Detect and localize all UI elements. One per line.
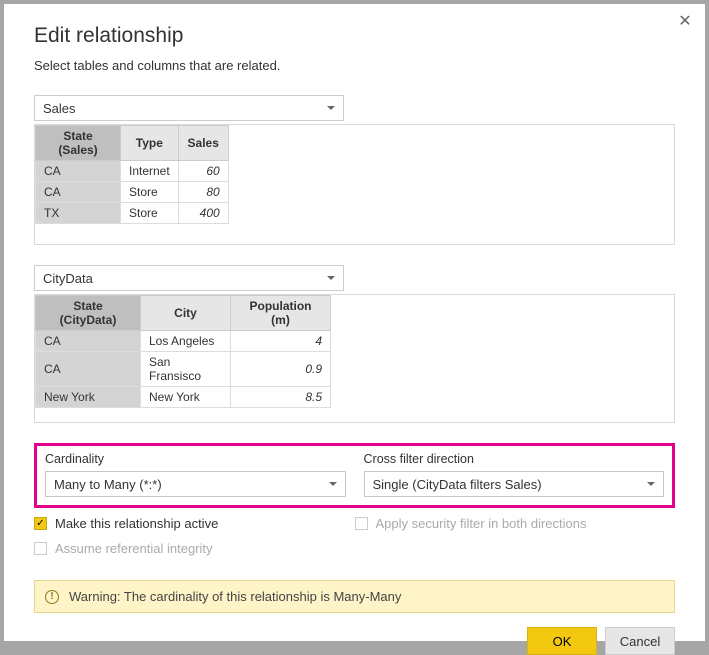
warning-icon: !: [45, 590, 59, 604]
ok-button[interactable]: OK: [527, 627, 597, 655]
table1-name: Sales: [43, 101, 76, 116]
edit-relationship-dialog: ✕ Edit relationship Select tables and co…: [4, 4, 705, 641]
cell[interactable]: Store: [121, 203, 179, 224]
col-header[interactable]: State (CityData): [36, 296, 141, 331]
table-row: CA San Fransisco 0.9: [36, 352, 331, 387]
cell[interactable]: TX: [36, 203, 121, 224]
active-checkbox[interactable]: ✓: [34, 517, 47, 530]
cell[interactable]: New York: [36, 387, 141, 408]
table1-grid[interactable]: State (Sales) Type Sales CA Internet 60 …: [35, 125, 229, 224]
cardinality-label: Cardinality: [45, 452, 346, 466]
table-row: New York New York 8.5: [36, 387, 331, 408]
dialog-button-row: OK Cancel: [34, 627, 675, 655]
chevron-down-icon: [327, 106, 335, 110]
cell[interactable]: 400: [178, 203, 228, 224]
cardinality-group: Cardinality Many to Many (*:*): [45, 452, 346, 497]
col-header[interactable]: Sales: [178, 126, 228, 161]
dialog-title: Edit relationship: [34, 24, 675, 48]
table-row: CA Los Angeles 4: [36, 331, 331, 352]
cell[interactable]: 4: [231, 331, 331, 352]
ok-button-label: OK: [553, 634, 572, 649]
table2-grid[interactable]: State (CityData) City Population (m) CA …: [35, 295, 331, 408]
crossfilter-value: Single (CityData filters Sales): [373, 477, 542, 492]
table-header-row: State (Sales) Type Sales: [36, 126, 229, 161]
relationship-options-highlight: Cardinality Many to Many (*:*) Cross fil…: [34, 443, 675, 508]
warning-text: Warning: The cardinality of this relatio…: [69, 589, 401, 604]
cell[interactable]: 60: [178, 161, 228, 182]
close-icon: ✕: [678, 13, 691, 30]
cell[interactable]: New York: [141, 387, 231, 408]
table2-dropdown[interactable]: CityData: [34, 265, 344, 291]
cell[interactable]: San Fransisco: [141, 352, 231, 387]
cardinality-value: Many to Many (*:*): [54, 477, 162, 492]
checkbox-row-1: ✓ Make this relationship active Apply se…: [34, 516, 675, 531]
col-header[interactable]: Population (m): [231, 296, 331, 331]
ref-integrity-checkbox-label: Assume referential integrity: [55, 541, 213, 556]
ref-integrity-checkbox: [34, 542, 47, 555]
dialog-subtitle: Select tables and columns that are relat…: [34, 58, 675, 73]
table1-preview: State (Sales) Type Sales CA Internet 60 …: [34, 124, 675, 245]
col-header[interactable]: State (Sales): [36, 126, 121, 161]
table2-name: CityData: [43, 271, 93, 286]
cell[interactable]: Internet: [121, 161, 179, 182]
crossfilter-dropdown[interactable]: Single (CityData filters Sales): [364, 471, 665, 497]
cancel-button[interactable]: Cancel: [605, 627, 675, 655]
crossfilter-label: Cross filter direction: [364, 452, 665, 466]
table2-preview: State (CityData) City Population (m) CA …: [34, 294, 675, 423]
cell[interactable]: CA: [36, 352, 141, 387]
chevron-down-icon: [329, 482, 337, 486]
checkbox-row-2: Assume referential integrity: [34, 541, 675, 556]
security-checkbox-label: Apply security filter in both directions: [376, 516, 587, 531]
cell[interactable]: CA: [36, 331, 141, 352]
table-row: TX Store 400: [36, 203, 229, 224]
col-header[interactable]: Type: [121, 126, 179, 161]
cell[interactable]: CA: [36, 182, 121, 203]
chevron-down-icon: [647, 482, 655, 486]
cell[interactable]: CA: [36, 161, 121, 182]
table-row: CA Internet 60: [36, 161, 229, 182]
cell[interactable]: 8.5: [231, 387, 331, 408]
active-checkbox-group: ✓ Make this relationship active: [34, 516, 355, 531]
ref-integrity-checkbox-group: Assume referential integrity: [34, 541, 675, 556]
col-header[interactable]: City: [141, 296, 231, 331]
security-checkbox: [355, 517, 368, 530]
cell[interactable]: 80: [178, 182, 228, 203]
cardinality-dropdown[interactable]: Many to Many (*:*): [45, 471, 346, 497]
cell[interactable]: 0.9: [231, 352, 331, 387]
security-checkbox-group: Apply security filter in both directions: [355, 516, 676, 531]
table-header-row: State (CityData) City Population (m): [36, 296, 331, 331]
cell[interactable]: Store: [121, 182, 179, 203]
active-checkbox-label: Make this relationship active: [55, 516, 218, 531]
chevron-down-icon: [327, 276, 335, 280]
table-row: CA Store 80: [36, 182, 229, 203]
cell[interactable]: Los Angeles: [141, 331, 231, 352]
cancel-button-label: Cancel: [620, 634, 660, 649]
close-button[interactable]: ✕: [675, 12, 695, 32]
warning-banner: ! Warning: The cardinality of this relat…: [34, 580, 675, 613]
table1-dropdown[interactable]: Sales: [34, 95, 344, 121]
crossfilter-group: Cross filter direction Single (CityData …: [364, 452, 665, 497]
